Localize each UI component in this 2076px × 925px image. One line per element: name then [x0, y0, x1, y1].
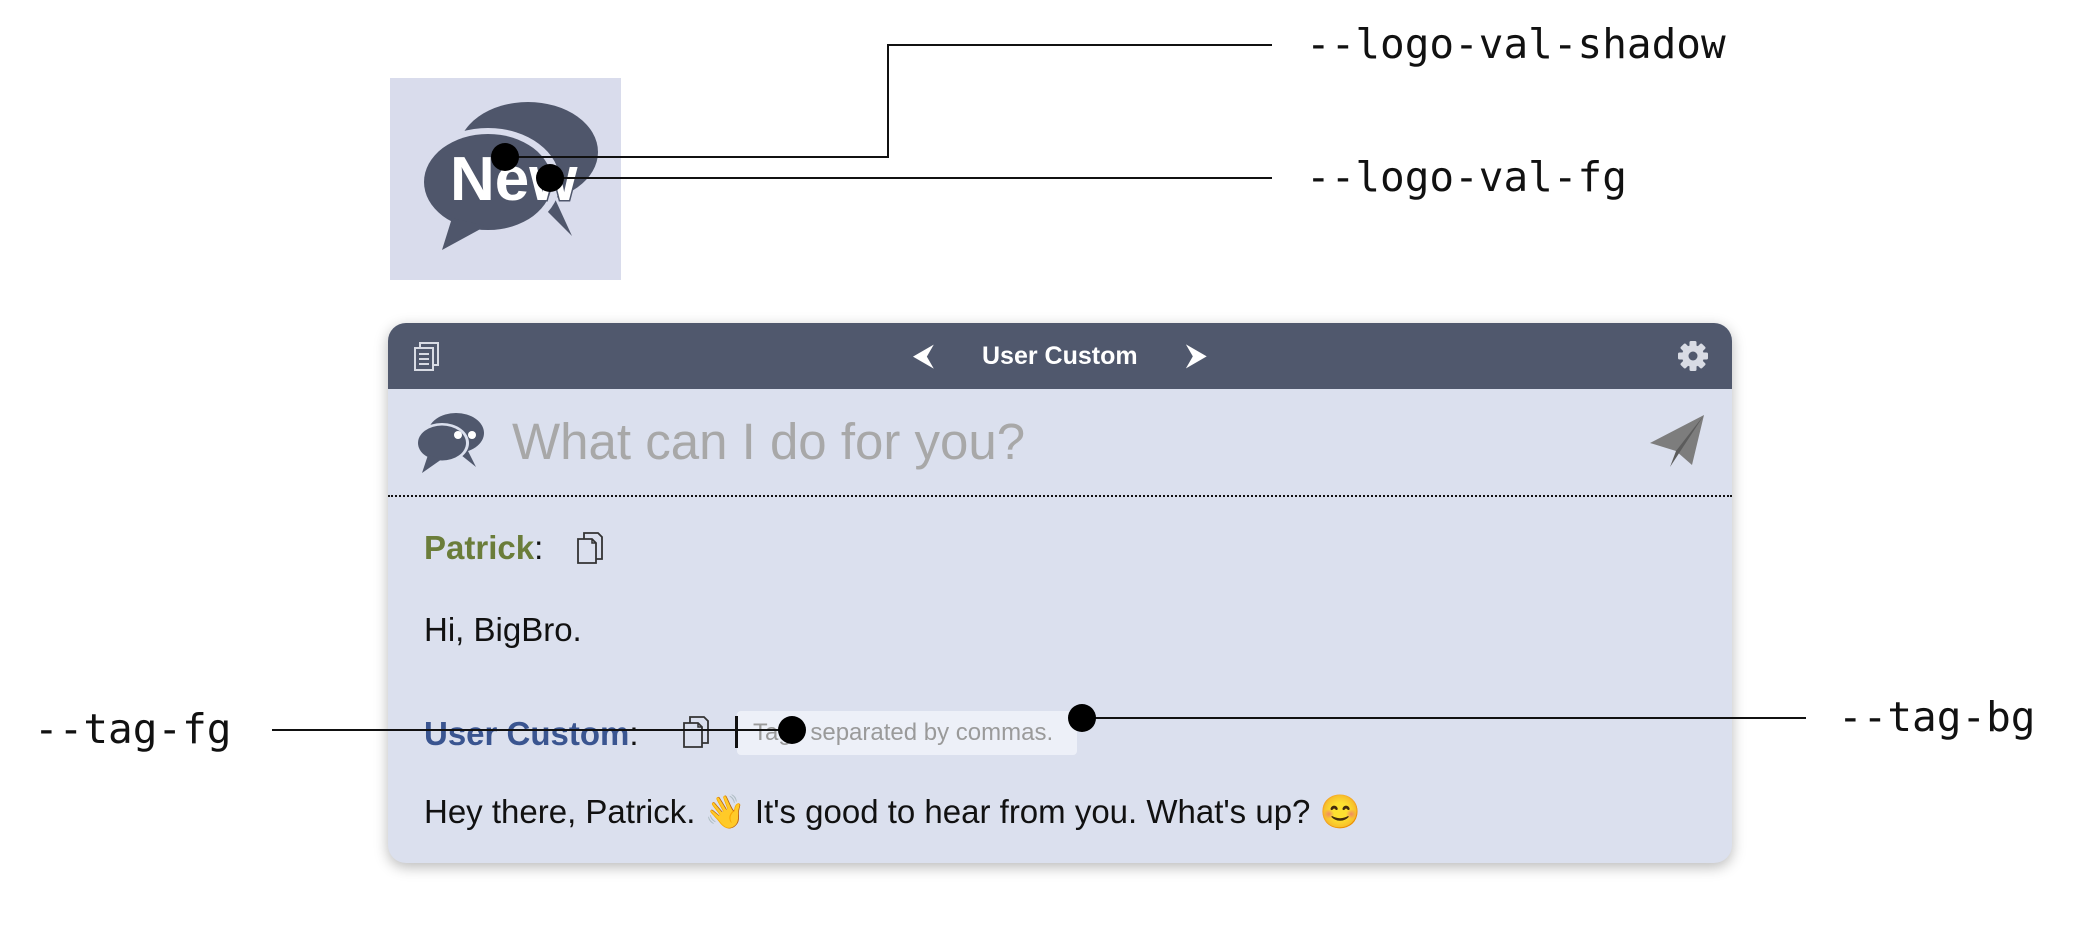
next-arrow-button[interactable]: ⮞ [1186, 341, 1208, 371]
annotation-label-tag-fg: --tag-fg [34, 705, 232, 753]
annotation-label-logo-fg: --logo-val-fg [1306, 153, 1627, 201]
message-text: Hey there, Patrick. 👋 It's good to hear … [424, 793, 1361, 830]
copy-icon[interactable] [682, 715, 710, 749]
chat-bubbles-icon: New [416, 102, 598, 250]
annotation-label-logo-shadow: --logo-val-shadow [1306, 20, 1726, 68]
prompt-input[interactable] [512, 407, 1572, 475]
message-sender: User Custom: [424, 715, 639, 753]
tag-input[interactable] [745, 711, 1070, 755]
paper-plane-icon[interactable] [1648, 413, 1706, 469]
chat-bubbles-icon [415, 413, 484, 473]
text-caret [735, 716, 738, 748]
panel-title: User Custom [982, 341, 1138, 370]
title-bar: ⮜ User Custom ⮞ [388, 323, 1732, 389]
sender-colon: : [534, 529, 544, 566]
logo-text: New [450, 145, 578, 214]
message-text: Hi, BigBro. [424, 611, 582, 648]
gear-icon[interactable] [1676, 339, 1710, 373]
prev-arrow-button[interactable]: ⮜ [913, 341, 934, 371]
tag-field [737, 711, 1077, 755]
title-nav: ⮜ User Custom ⮞ [388, 323, 1732, 389]
annotation-label-tag-bg: --tag-bg [1838, 693, 2036, 741]
copy-icon[interactable] [576, 531, 604, 565]
sender-colon: : [629, 715, 639, 752]
annotation-logo-fg [536, 164, 1272, 192]
message-sender: Patrick: [424, 529, 543, 567]
logo-preview: New [390, 78, 621, 280]
chat-panel: ⮜ User Custom ⮞ What can I do for you? P… [388, 323, 1732, 863]
sender-name: User Custom [424, 715, 630, 752]
prompt-bar [388, 389, 1732, 497]
sender-name: Patrick [424, 529, 535, 566]
